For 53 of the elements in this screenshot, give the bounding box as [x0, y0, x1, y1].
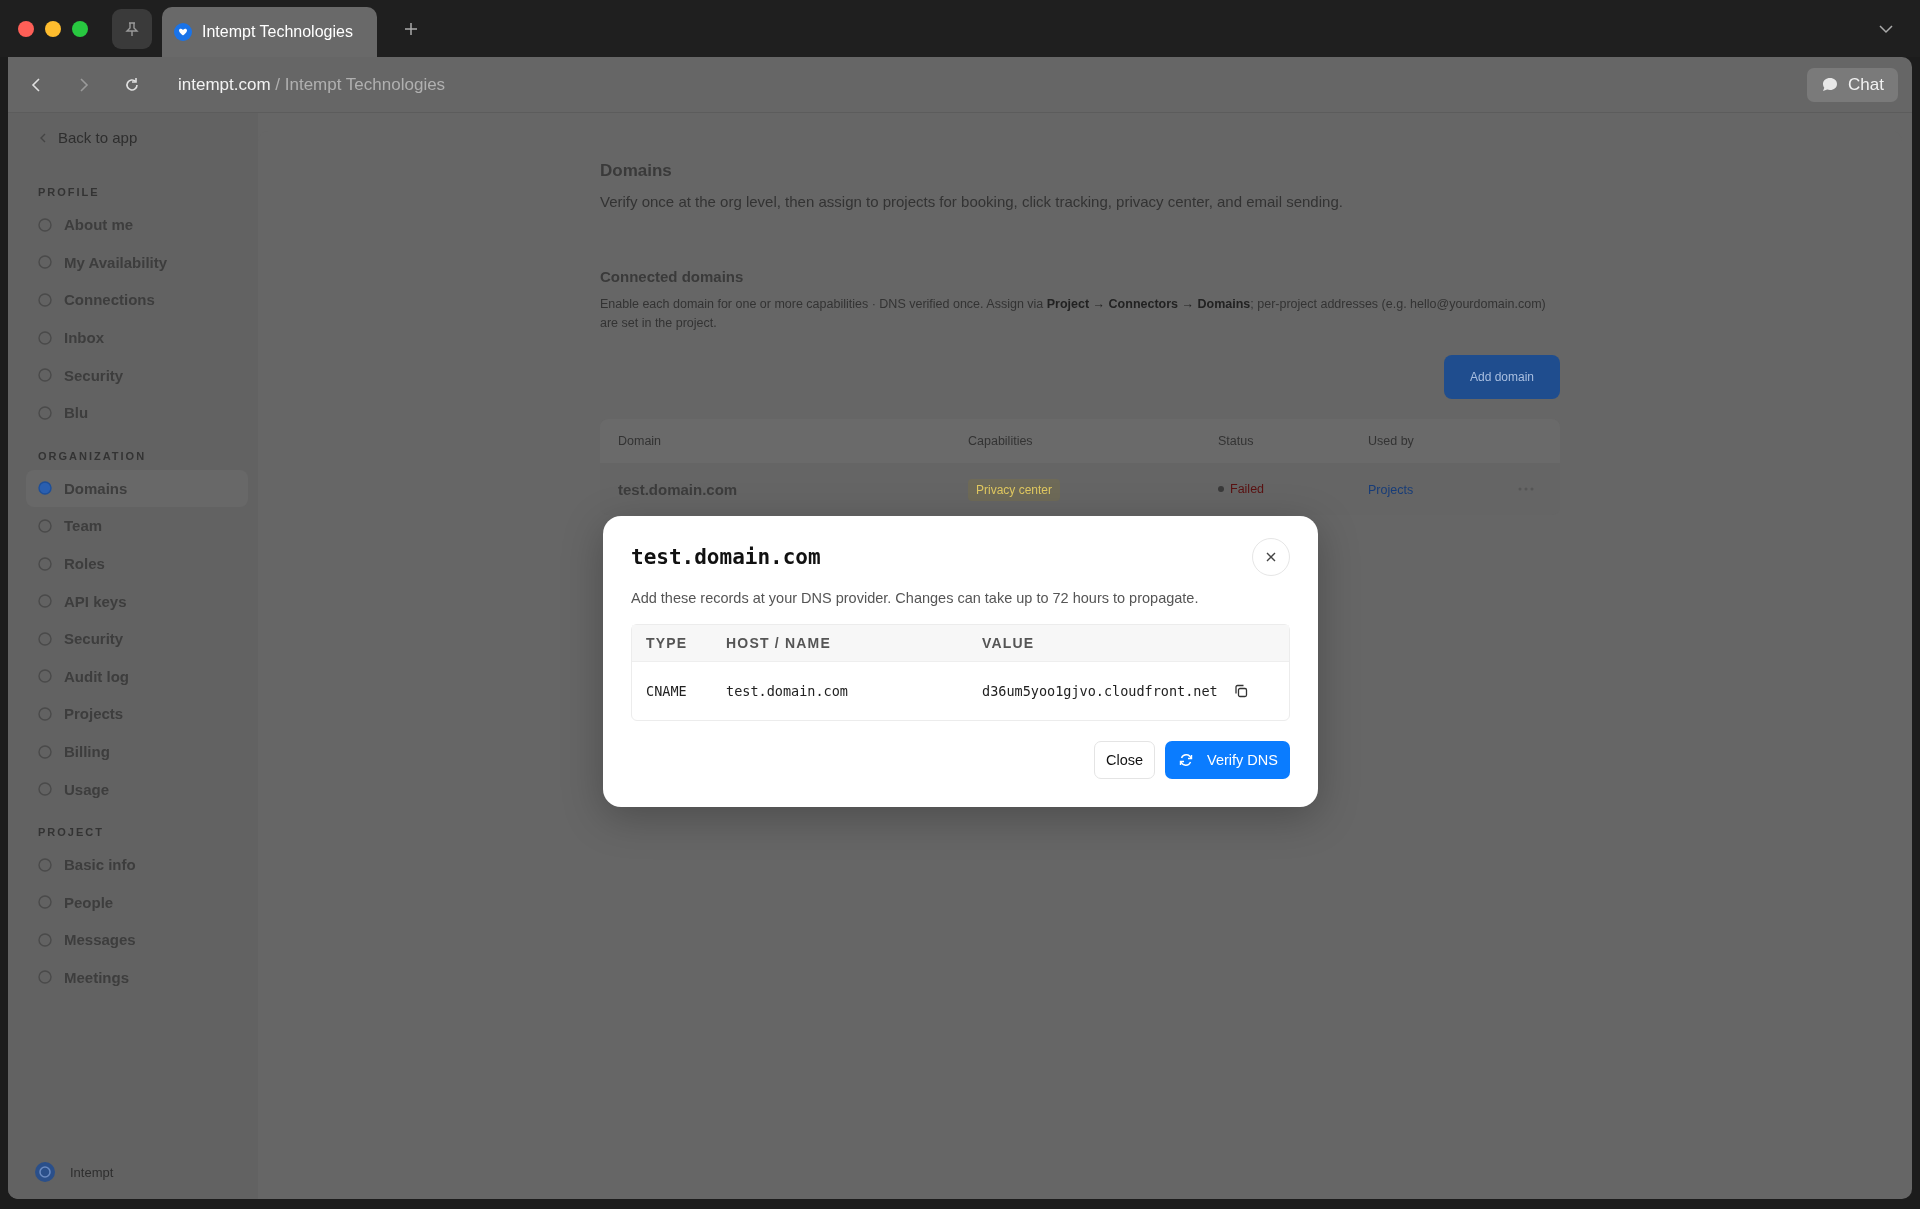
close-icon: [1265, 551, 1277, 563]
circle-icon: [38, 368, 52, 383]
circle-icon: [38, 330, 52, 345]
circle-icon: [38, 669, 52, 684]
close-window-button[interactable]: [18, 20, 34, 37]
address-bar[interactable]: intempt.com / Intempt Technologies: [178, 74, 446, 95]
circle-icon: [38, 594, 52, 609]
minimize-window-button[interactable]: [45, 20, 61, 37]
column-header: TYPE: [646, 635, 689, 651]
circle-icon: [38, 744, 52, 759]
circle-icon: [38, 556, 52, 571]
circle-icon: [38, 970, 52, 985]
close-button[interactable]: Close: [1094, 741, 1156, 779]
circle-icon: [38, 255, 52, 270]
circle-icon: [38, 293, 52, 307]
circle-icon: [38, 405, 52, 420]
circle-icon: [38, 932, 52, 947]
column-header: Domain: [618, 434, 663, 448]
maximize-window-button[interactable]: [72, 20, 88, 37]
chat-button[interactable]: Chat: [1807, 67, 1898, 102]
column-header: Status: [1218, 434, 1255, 448]
browser-tab[interactable]: Intempt Technologies: [162, 7, 377, 57]
chevron-left-icon: [38, 132, 48, 143]
circle-icon: [38, 706, 52, 721]
column-header: VALUE: [982, 635, 1036, 651]
circle-icon: [38, 217, 52, 232]
capability-tag: Privacy center: [968, 479, 1061, 501]
dialog-title: test.domain.com: [631, 545, 821, 569]
circle-icon: [38, 518, 52, 533]
used-by-link[interactable]: Projects: [1368, 483, 1414, 497]
table-cell: d36um5yoo1gjvo.cloudfront.net: [982, 683, 1218, 699]
copy-icon[interactable]: [1233, 684, 1248, 698]
pin-button[interactable]: [112, 8, 152, 49]
circle-icon: [38, 782, 52, 797]
pin-icon: [123, 19, 141, 38]
circle-icon: [38, 631, 52, 646]
reload-icon[interactable]: [124, 76, 140, 93]
refresh-icon: [1179, 753, 1194, 767]
status-text: Failed: [1230, 482, 1265, 496]
speech-bubble-icon: [1821, 75, 1840, 94]
add-domain-button[interactable]: Add domain: [1444, 355, 1560, 399]
status-dot: [1218, 486, 1224, 492]
verify-dns-button[interactable]: Verify DNS: [1165, 741, 1290, 779]
dialog-description: Add these records at your DNS provider. Changes can take up to 72 hours to propagate.: [631, 590, 1200, 606]
circle-icon: [38, 895, 52, 910]
circle-icon: [38, 481, 52, 496]
table-cell-text: CNAME: [646, 683, 688, 699]
column-header: Capabilities: [968, 434, 1034, 448]
column-header: HOST / NAME: [726, 635, 832, 651]
table-cell-text: test.domain.com: [726, 683, 849, 699]
workspace-avatar-icon: [34, 1161, 56, 1183]
circle-icon: [38, 857, 52, 872]
new-tab-icon[interactable]: [402, 20, 419, 37]
